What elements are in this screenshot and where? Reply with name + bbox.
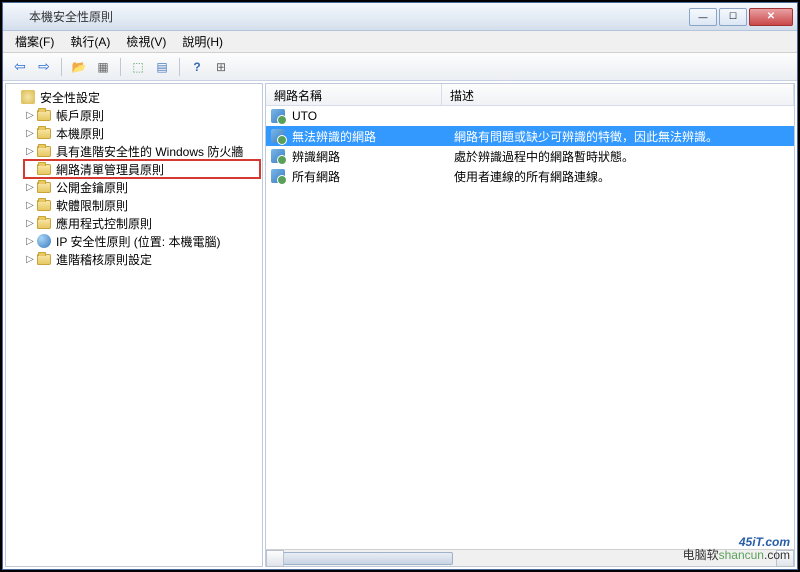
titlebar: 本機安全性原則 [3,3,797,31]
toolbar: ⇦ ⇨ 📂 ▦ ⬚ ▤ ? ⊞ [3,53,797,81]
window-title: 本機安全性原則 [29,8,687,25]
folder-icon [36,107,52,123]
tree-toggle-icon: ▷ [24,128,36,139]
cell-desc: 使用者連線的所有網路連線。 [446,168,794,185]
maximize-button[interactable] [719,8,747,26]
folder-icon [36,215,52,231]
list-row[interactable]: 所有網路使用者連線的所有網路連線。 [266,166,794,186]
network-icon [270,128,286,144]
network-icon [270,108,286,124]
tree-toggle-icon: ▷ [24,218,36,229]
tree-item-3[interactable]: 網路清單管理員原則 [24,160,260,178]
tree-item-label: 帳戶原則 [56,107,104,124]
menubar: 檔案(F) 執行(A) 檢視(V) 說明(H) [3,31,797,53]
forward-button[interactable]: ⇨ [33,56,55,78]
export-button[interactable]: ⬚ [127,56,149,78]
tree-item-4[interactable]: ▷ 公開金鑰原則 [24,178,260,196]
list-icon: ⊞ [216,60,226,74]
tree-toggle-icon: ▷ [24,236,36,247]
tree-children: ▷ 帳戶原則 ▷ 本機原則 ▷ 具有進階安全性的 Windows 防火牆網路清單管理員原則… [8,106,260,268]
folder-icon [36,197,52,213]
folder-icon [36,251,52,267]
folder-icon [36,179,52,195]
cell-desc: 網路有問題或缺少可辨識的特徵，因此無法辨識。 [446,128,794,145]
refresh-button[interactable]: ▤ [151,56,173,78]
network-icon [270,148,286,164]
folder-up-icon: 📂 [72,60,87,74]
menu-file[interactable]: 檔案(F) [7,31,62,52]
list-row[interactable]: 辨識網路處於辨識過程中的網路暫時狀態。 [266,146,794,166]
security-icon [20,89,36,105]
globe-icon [36,233,52,249]
list-header: 網路名稱 描述 [266,84,794,106]
cell-name: 辨識網路 [290,148,446,165]
separator [179,58,180,76]
list-body: UTO無法辨識的網路網路有問題或缺少可辨識的特徵，因此無法辨識。辨識網路處於辨識… [266,106,794,549]
arrow-left-icon: ⇦ [14,58,26,75]
back-button[interactable]: ⇦ [9,56,31,78]
tree-item-7[interactable]: ▷ IP 安全性原則 (位置: 本機電腦) [24,232,260,250]
up-folder-button[interactable]: 📂 [68,56,90,78]
tree-root-label: 安全性設定 [40,89,100,106]
content-area: 安全性設定 ▷ 帳戶原則 ▷ 本機原則 ▷ 具有進階安全性的 Windows 防火牆網路清… [3,81,797,569]
tree-item-label: 應用程式控制原則 [56,215,152,232]
tree-pane: 安全性設定 ▷ 帳戶原則 ▷ 本機原則 ▷ 具有進階安全性的 Windows 防火牆網路清… [5,83,263,567]
tree-item-label: 具有進階安全性的 Windows 防火牆 [56,143,243,160]
tree-item-label: 本機原則 [56,125,104,142]
tree-toggle-icon: ▷ [24,110,36,121]
menu-help[interactable]: 說明(H) [174,31,231,52]
cell-name: 無法辨識的網路 [290,128,446,145]
minimize-button[interactable] [689,8,717,26]
list-row[interactable]: UTO [266,106,794,126]
column-header-name[interactable]: 網路名稱 [266,84,442,105]
cell-name: UTO [290,109,446,123]
properties-button[interactable]: ▦ [92,56,114,78]
app-icon [7,9,23,25]
tree-item-label: IP 安全性原則 (位置: 本機電腦) [56,233,220,250]
refresh-icon: ▤ [156,60,167,74]
close-button[interactable] [749,8,793,26]
tree-item-0[interactable]: ▷ 帳戶原則 [24,106,260,124]
folder-icon [36,143,52,159]
tree-item-8[interactable]: ▷ 進階稽核原則設定 [24,250,260,268]
export-icon: ⬚ [132,60,143,74]
folder-icon [36,125,52,141]
help-button[interactable]: ? [186,56,208,78]
tree-item-1[interactable]: ▷ 本機原則 [24,124,260,142]
tree-item-label: 軟體限制原則 [56,197,128,214]
tree-toggle-icon: ▷ [24,146,36,157]
tree-item-5[interactable]: ▷ 軟體限制原則 [24,196,260,214]
list-row[interactable]: 無法辨識的網路網路有問題或缺少可辨識的特徵，因此無法辨識。 [266,126,794,146]
tree-item-label: 網路清單管理員原則 [56,161,164,178]
tree-toggle-icon: ▷ [24,182,36,193]
cell-name: 所有網路 [290,168,446,185]
properties-icon: ▦ [97,60,108,74]
tree-item-label: 公開金鑰原則 [56,179,128,196]
network-icon [270,168,286,184]
menu-action[interactable]: 執行(A) [62,31,118,52]
scrollbar-thumb[interactable] [283,552,453,565]
list-view-button[interactable]: ⊞ [210,56,232,78]
folder-icon [36,161,52,177]
cell-desc: 處於辨識過程中的網路暫時狀態。 [446,148,794,165]
tree-item-2[interactable]: ▷ 具有進階安全性的 Windows 防火牆 [24,142,260,160]
tree-item-label: 進階稽核原則設定 [56,251,152,268]
help-icon: ? [193,60,200,74]
tree-item-6[interactable]: ▷ 應用程式控制原則 [24,214,260,232]
menu-view[interactable]: 檢視(V) [118,31,174,52]
tree-toggle-icon: ▷ [24,200,36,211]
window: 本機安全性原則 檔案(F) 執行(A) 檢視(V) 說明(H) ⇦ ⇨ 📂 ▦ … [2,2,798,570]
tree-toggle-icon: ▷ [24,254,36,265]
list-pane: 網路名稱 描述 UTO 無法辨識的網路網路有問題或缺少可辨識的特徵，因此無法辨識。… [265,83,795,567]
window-controls [687,8,793,26]
arrow-right-icon: ⇨ [38,58,50,75]
column-header-desc[interactable]: 描述 [442,84,794,105]
tree-root[interactable]: 安全性設定 [8,88,260,106]
separator [61,58,62,76]
horizontal-scrollbar[interactable] [266,549,794,566]
separator [120,58,121,76]
